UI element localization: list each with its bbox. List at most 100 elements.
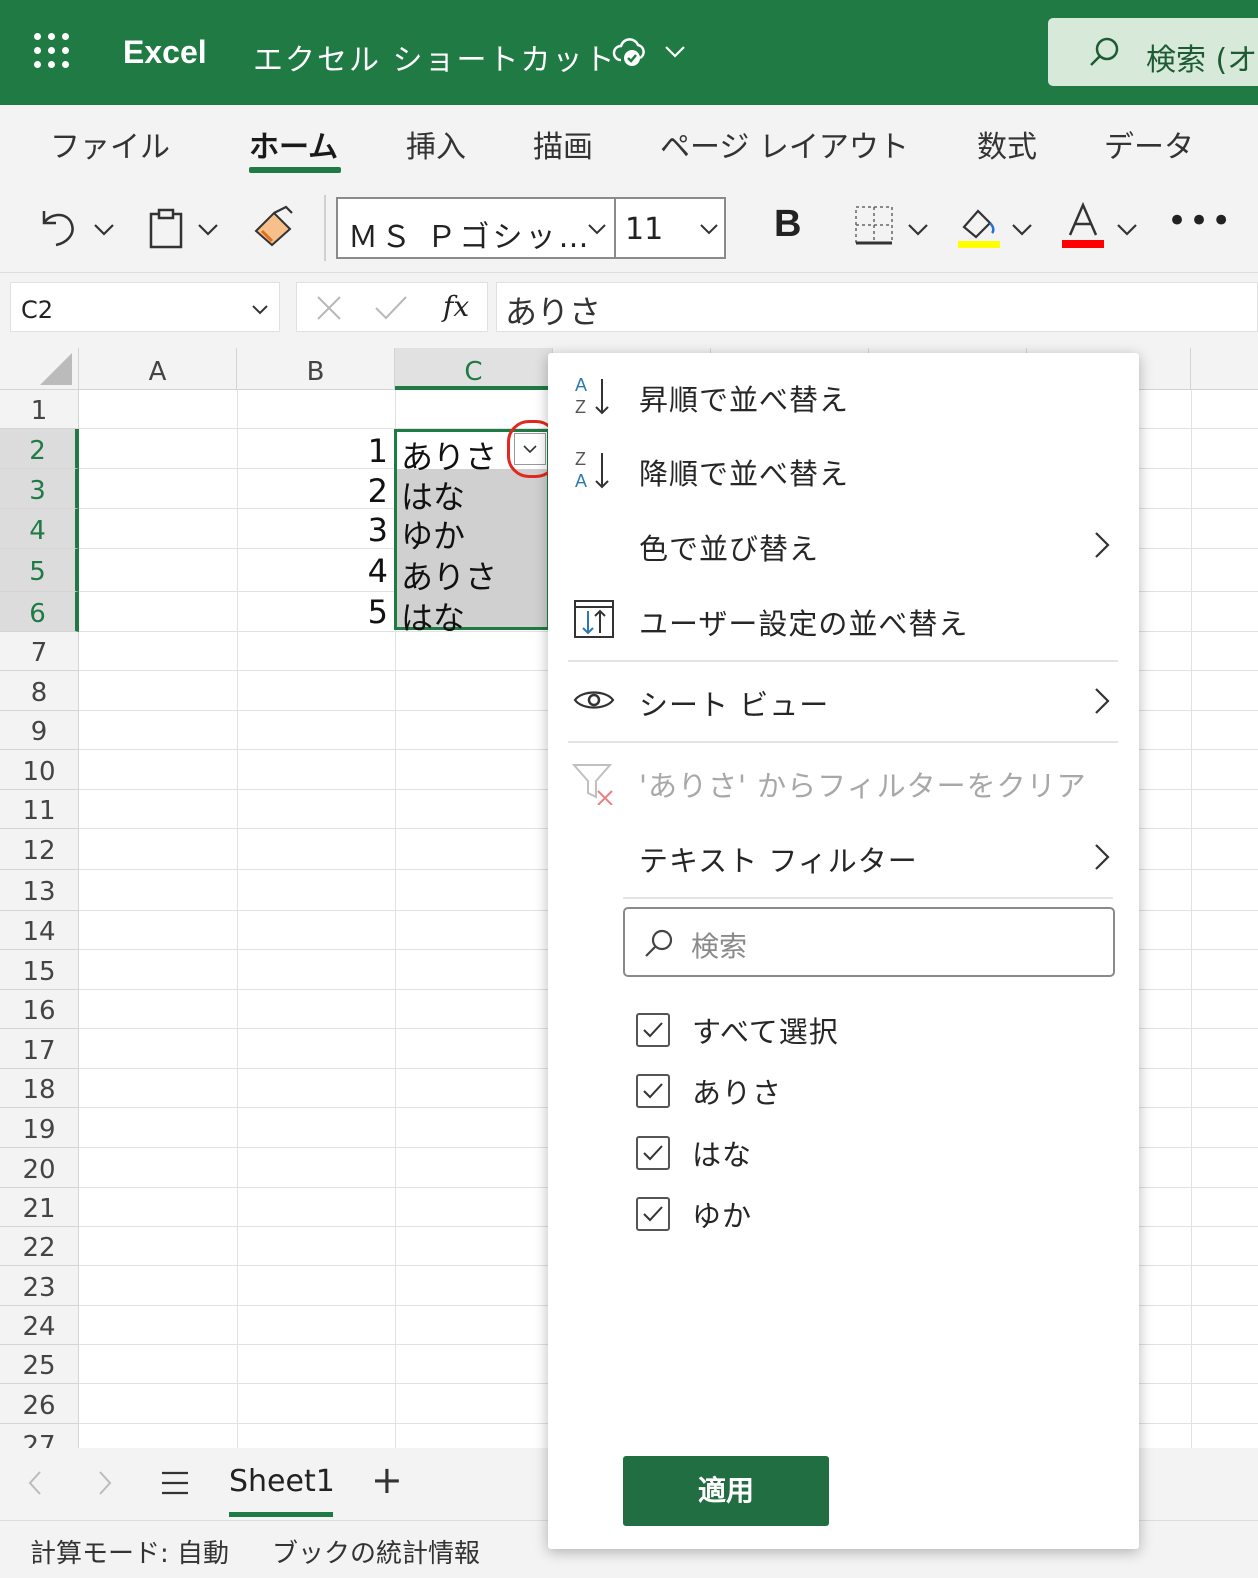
row-header-23[interactable]: 23 — [0, 1266, 79, 1306]
column-header-a[interactable]: A — [79, 348, 237, 390]
name-box[interactable]: C2 — [10, 282, 280, 332]
next-sheet-icon[interactable] — [94, 1468, 116, 1498]
row-header-25[interactable]: 25 — [0, 1345, 79, 1384]
sort-ascending-label: 昇順で並べ替え — [639, 383, 850, 417]
clear-filter-item: 'ありさ' からフィルターをクリア — [548, 751, 1139, 813]
text-filter-item[interactable]: テキスト フィルター — [548, 826, 1139, 888]
tab-draw[interactable]: 描画 — [533, 122, 593, 166]
format-painter-icon[interactable] — [252, 205, 296, 249]
row-header-26[interactable]: 26 — [0, 1384, 79, 1424]
chevron-down-icon[interactable] — [1010, 217, 1034, 241]
column-header-h[interactable] — [1191, 348, 1258, 390]
borders-icon[interactable] — [854, 205, 894, 245]
row-header-7[interactable]: 7 — [0, 632, 79, 671]
filter-search-input[interactable]: 検索 — [623, 907, 1115, 977]
font-color-icon[interactable] — [1060, 201, 1106, 249]
filter-sort-menu: A Z 昇順で並べ替え Z A 降順で並べ替え 色で並び替え ユーザー設定の並べ… — [548, 353, 1139, 1549]
cell-b4[interactable]: 3 — [330, 511, 388, 549]
search-box[interactable]: 検索 (オ — [1048, 18, 1258, 86]
tab-file[interactable]: ファイル — [50, 122, 170, 166]
app-name[interactable]: Excel — [123, 34, 207, 71]
chevron-down-icon[interactable] — [196, 217, 220, 241]
tab-insert[interactable]: 挿入 — [406, 122, 466, 166]
all-sheets-menu-icon[interactable] — [160, 1470, 190, 1496]
sort-ascending-item[interactable]: A Z 昇順で並べ替え — [548, 365, 1139, 427]
custom-sort-item[interactable]: ユーザー設定の並べ替え — [548, 589, 1139, 651]
sheet-view-item[interactable]: シート ビュー — [548, 670, 1139, 732]
tab-formulas[interactable]: 数式 — [977, 122, 1037, 166]
document-title[interactable]: エクセル ショートカット — [253, 35, 617, 79]
add-sheet-button[interactable]: + — [371, 1458, 403, 1502]
cell-b6[interactable]: 5 — [330, 593, 388, 631]
row-header-21[interactable]: 21 — [0, 1188, 79, 1227]
sheet-tab-sheet1[interactable]: Sheet1 — [229, 1464, 335, 1499]
cell-b2[interactable]: 1 — [330, 432, 388, 470]
more-options-button[interactable]: ••• — [1167, 201, 1233, 241]
column-header-c[interactable]: C — [395, 348, 553, 390]
row-header-12[interactable]: 12 — [0, 829, 79, 870]
cell-c4[interactable]: ゆか — [401, 511, 465, 557]
select-all-corner[interactable] — [0, 348, 79, 390]
sort-descending-item[interactable]: Z A 降順で並べ替え — [548, 439, 1139, 501]
sort-descending-icon: Z A — [575, 449, 609, 491]
row-header-2[interactable]: 2 — [0, 429, 79, 469]
undo-icon[interactable] — [38, 205, 82, 249]
cancel-icon[interactable] — [315, 294, 343, 322]
apply-button[interactable]: 適用 — [623, 1456, 829, 1526]
font-size-value: 11 — [625, 212, 664, 247]
filter-checkbox-label[interactable]: ゆか — [692, 1193, 752, 1235]
cell-c6[interactable]: はな — [401, 593, 465, 639]
row-header-14[interactable]: 14 — [0, 911, 79, 950]
sort-by-color-item[interactable]: 色で並び替え — [548, 514, 1139, 576]
row-header-22[interactable]: 22 — [0, 1227, 79, 1266]
row-header-3[interactable]: 3 — [0, 469, 79, 509]
filter-checkbox[interactable] — [636, 1197, 670, 1231]
confirm-check-icon[interactable] — [373, 294, 409, 322]
row-header-27[interactable]: 27 — [0, 1424, 79, 1448]
cell-c5[interactable]: ありさ — [401, 552, 497, 598]
filter-checkbox[interactable] — [636, 1136, 670, 1170]
column-header-b[interactable]: B — [237, 348, 395, 390]
calc-mode-status[interactable]: 計算モード: 自動 — [30, 1533, 229, 1570]
chevron-down-icon[interactable] — [662, 38, 688, 64]
font-size-dropdown[interactable]: 11 — [614, 197, 726, 259]
row-header-11[interactable]: 11 — [0, 790, 79, 829]
cell-b5[interactable]: 4 — [330, 552, 388, 590]
tab-data[interactable]: データ — [1104, 122, 1194, 166]
row-header-4[interactable]: 4 — [0, 509, 79, 549]
tab-home[interactable]: ホーム — [249, 122, 338, 166]
clipboard-icon[interactable] — [146, 207, 186, 249]
filter-checkbox-label[interactable]: はな — [692, 1132, 752, 1174]
row-header-13[interactable]: 13 — [0, 870, 79, 911]
filter-checkbox[interactable] — [636, 1013, 670, 1047]
row-header-15[interactable]: 15 — [0, 950, 79, 990]
filter-checkbox-label[interactable]: すべて選択 — [692, 1009, 839, 1051]
app-launcher-icon[interactable] — [34, 33, 70, 69]
row-header-18[interactable]: 18 — [0, 1069, 79, 1108]
row-header-20[interactable]: 20 — [0, 1148, 79, 1188]
prev-sheet-icon[interactable] — [24, 1468, 46, 1498]
row-header-1[interactable]: 1 — [0, 390, 79, 429]
formula-input[interactable]: ありさ — [496, 282, 1258, 332]
row-header-9[interactable]: 9 — [0, 711, 79, 750]
row-header-5[interactable]: 5 — [0, 549, 79, 592]
cell-b3[interactable]: 2 — [330, 472, 388, 510]
tab-page-layout[interactable]: ページ レイアウト — [660, 122, 909, 166]
chevron-down-icon[interactable] — [906, 217, 930, 241]
bold-button[interactable]: B — [774, 203, 801, 246]
insert-function-icon[interactable]: fx — [443, 290, 469, 323]
font-name-dropdown[interactable]: ＭＳ Ｐゴシッ… — [336, 197, 616, 259]
fill-color-icon[interactable] — [956, 203, 1002, 249]
row-header-8[interactable]: 8 — [0, 671, 79, 711]
row-header-6[interactable]: 6 — [0, 592, 79, 632]
row-header-10[interactable]: 10 — [0, 750, 79, 790]
chevron-down-icon[interactable] — [92, 217, 116, 241]
chevron-down-icon[interactable] — [1115, 217, 1139, 241]
filter-checkbox[interactable] — [636, 1074, 670, 1108]
filter-checkbox-label[interactable]: ありさ — [692, 1070, 782, 1112]
row-header-17[interactable]: 17 — [0, 1029, 79, 1069]
workbook-stats-link[interactable]: ブックの統計情報 — [272, 1533, 480, 1570]
row-header-16[interactable]: 16 — [0, 990, 79, 1029]
row-header-24[interactable]: 24 — [0, 1306, 79, 1345]
row-header-19[interactable]: 19 — [0, 1108, 79, 1148]
